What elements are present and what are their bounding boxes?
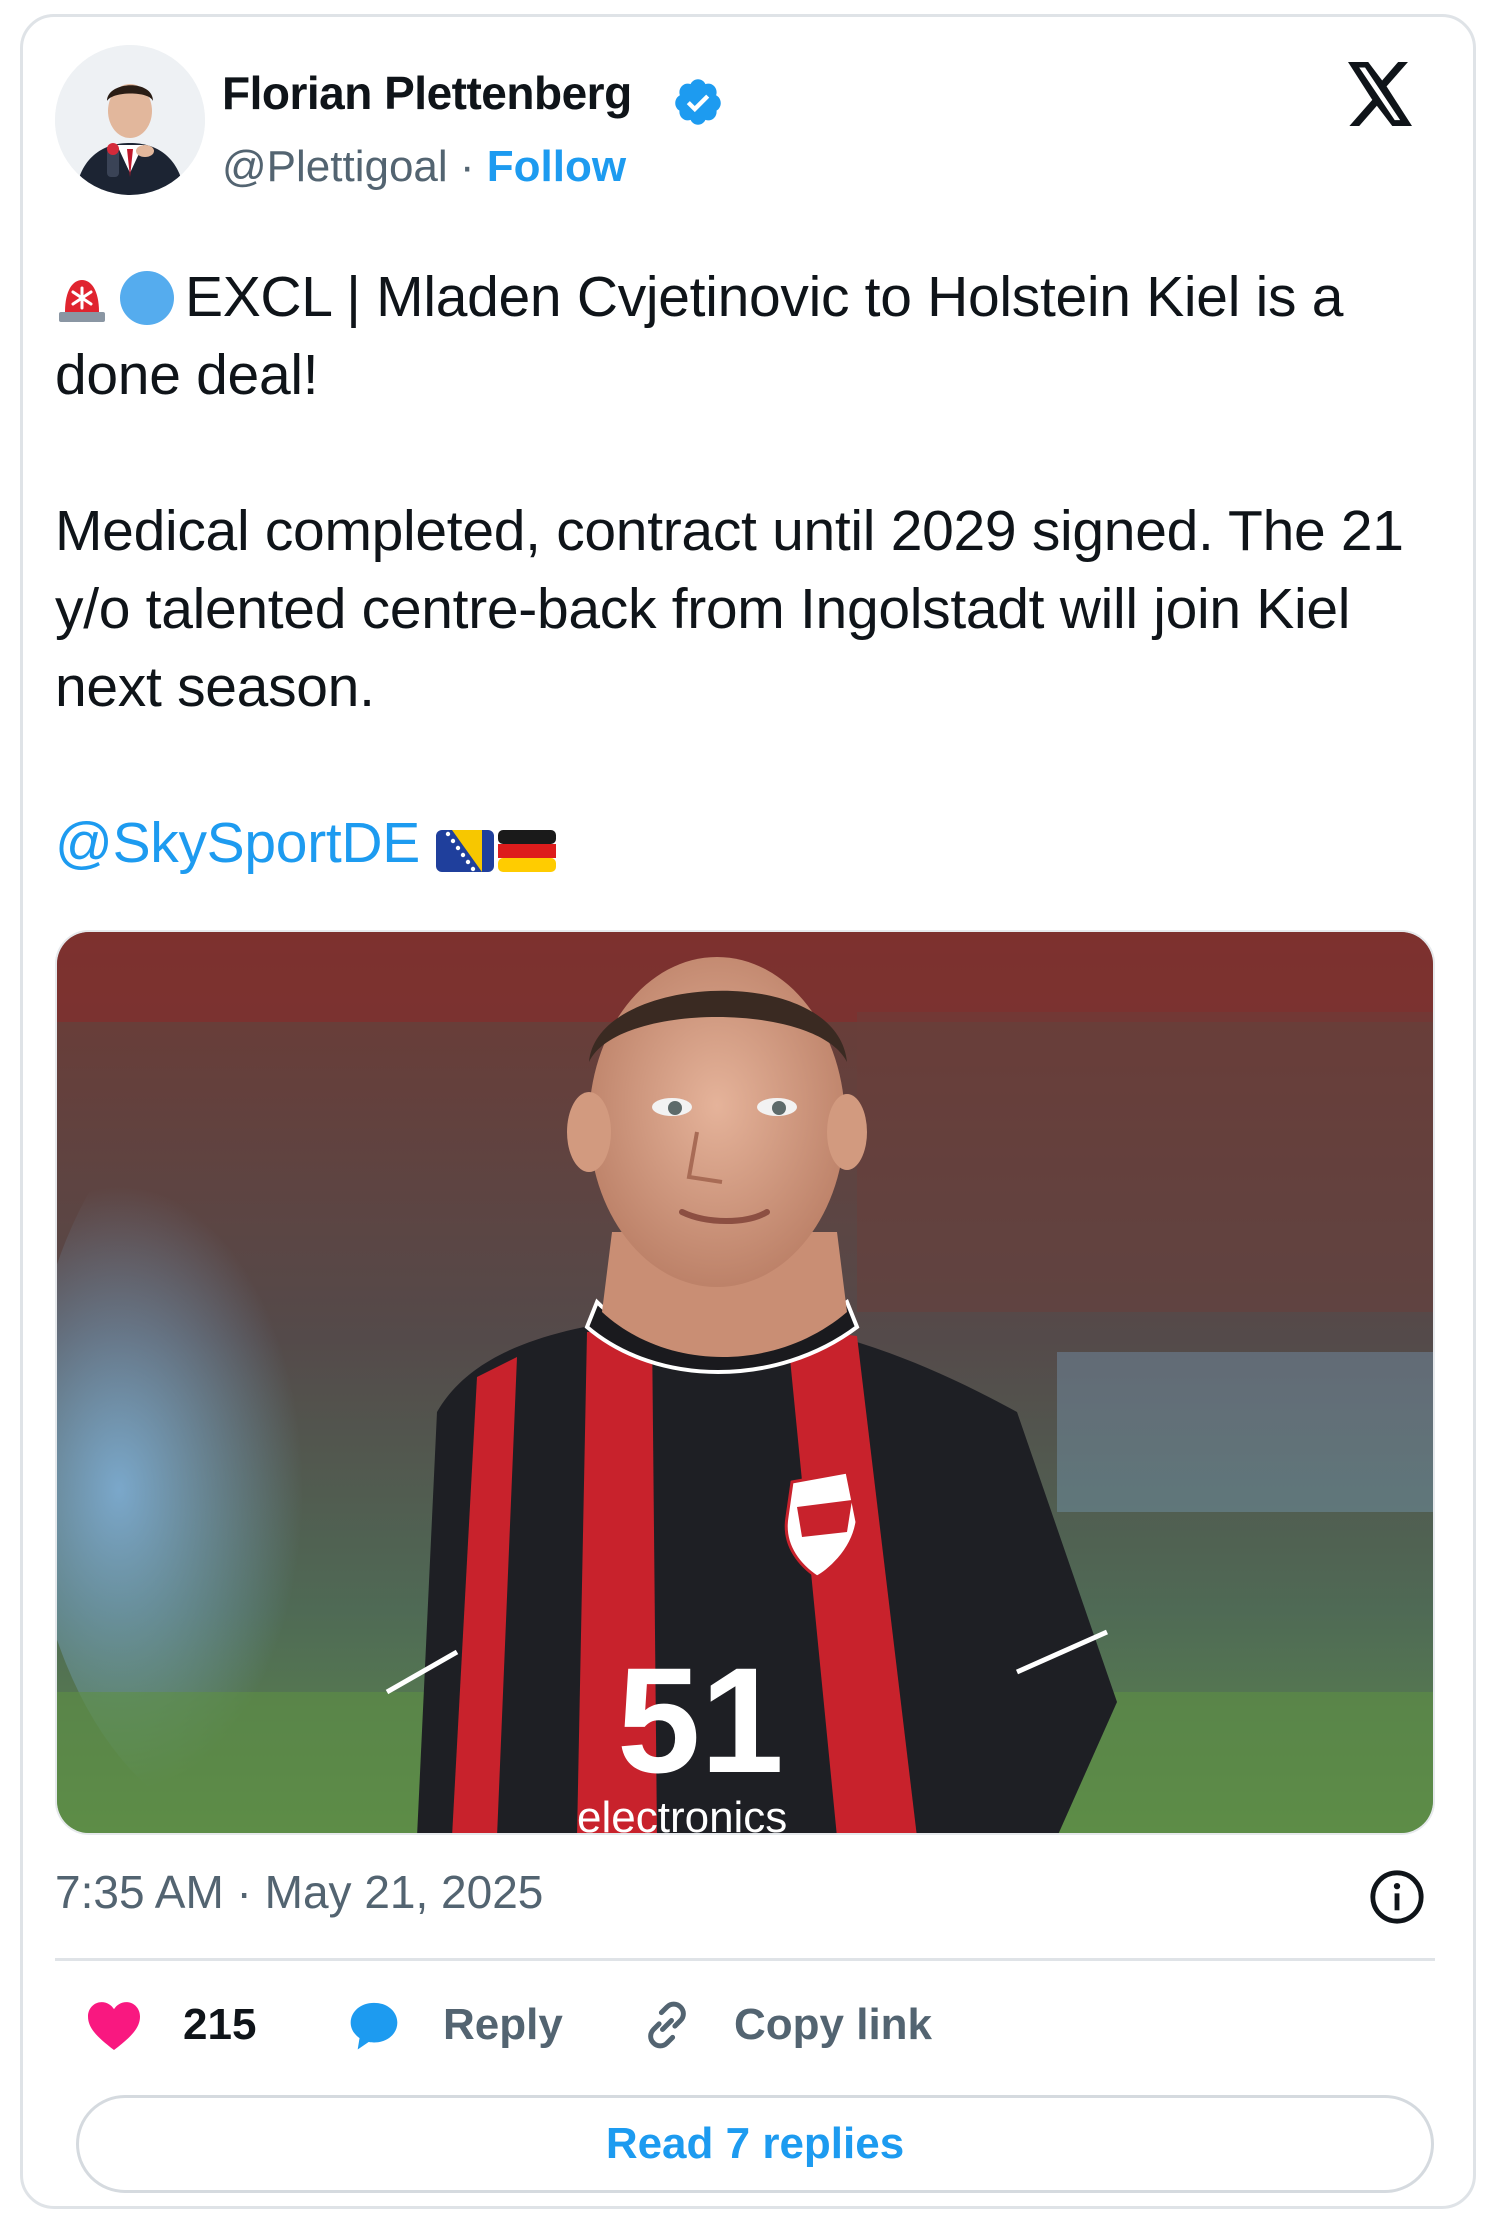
like-count: 215: [183, 2000, 257, 2049]
tweet-timestamp[interactable]: 7:35 AM · May 21, 2025: [55, 1865, 543, 1919]
read-replies-button[interactable]: Read 7 replies: [76, 2095, 1434, 2193]
author-avatar[interactable]: [55, 45, 205, 195]
rotating-light-emoji-icon: [59, 280, 105, 322]
copy-link-label: Copy link: [734, 2000, 933, 2049]
reply-bubble-icon: [350, 2002, 398, 2050]
follow-button[interactable]: Follow: [487, 142, 626, 191]
blue-circle-emoji-icon: [120, 271, 174, 325]
divider: [55, 1958, 1435, 1961]
tweet-photo[interactable]: 51 electronics: [55, 930, 1435, 1835]
tweet-paragraph-2: Medical completed, contract until 2029 s…: [55, 499, 1404, 719]
author-handle[interactable]: @Plettigoal: [222, 142, 448, 191]
handle-separator: ·: [447, 142, 487, 191]
author-name[interactable]: Florian Plettenberg: [222, 66, 632, 120]
germany-flag-emoji-icon: [497, 830, 556, 872]
shirt-sponsor-text: electronics: [577, 1793, 787, 1835]
tweet-text: EXCL | Mladen Cvjetinovic to Holstein Ki…: [55, 258, 1435, 882]
like-button[interactable]: 215: [85, 1990, 256, 2060]
read-replies-label: Read 7 replies: [605, 2119, 905, 2168]
reply-button[interactable]: Reply: [345, 1990, 563, 2060]
bosnia-flag-emoji-icon: [435, 830, 494, 872]
reply-label: Reply: [443, 2000, 563, 2049]
x-logo-icon[interactable]: [1345, 62, 1415, 126]
tweet-line1: EXCL | Mladen Cvjetinovic to Holstein Ki…: [55, 265, 1344, 407]
info-icon[interactable]: [1368, 1868, 1426, 1926]
tweet-mention-line: @SkySportDE: [55, 804, 1435, 882]
shirt-number: 51: [617, 1636, 784, 1804]
author-handle-row: @Plettigoal · Follow: [222, 142, 626, 192]
verified-badge-icon: [675, 79, 721, 125]
heart-icon: [88, 2002, 140, 2051]
copy-link-button[interactable]: Copy link: [640, 1990, 932, 2060]
link-icon: [648, 2001, 686, 2049]
mention-link[interactable]: @SkySportDE: [55, 811, 420, 875]
